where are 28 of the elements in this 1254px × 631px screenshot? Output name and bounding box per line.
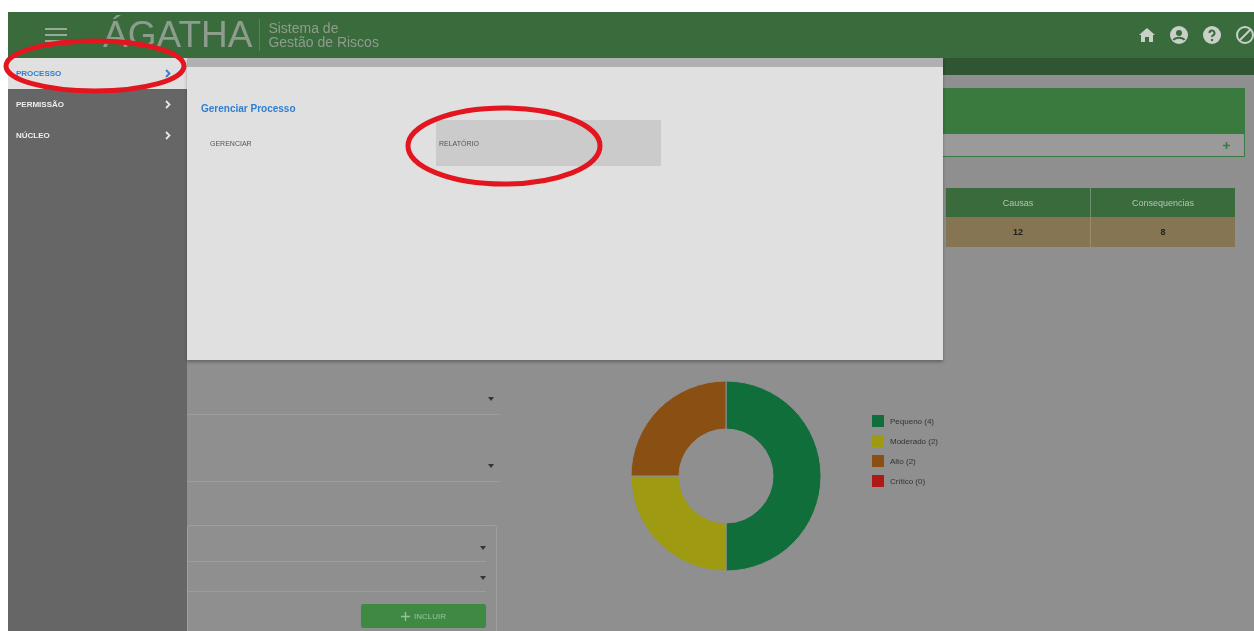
sidebar-item[interactable]: NÚCLEO [8,120,187,151]
legend-label: Pequeno (4) [890,416,935,426]
panel-title: Gerenciar Processo [201,103,296,114]
table-cell: 12 [945,217,1091,247]
home-icon[interactable] [1139,28,1155,42]
chevron-icon [165,100,171,109]
column-header: Consequencias [1090,188,1235,217]
sidebar-item[interactable]: PERMISSÃO [8,89,187,120]
plus-icon[interactable] [1223,141,1230,149]
caret-icon [488,397,494,401]
plus-icon [401,611,410,621]
caret-icon [488,464,494,468]
table-cell: 8 [1090,217,1235,247]
legend-label: Crítico (0) [890,476,926,486]
column-header: Causas [945,188,1091,217]
block-icon[interactable] [1236,26,1254,44]
caret-icon [480,545,486,550]
chevron-icon [165,131,171,140]
expand-row[interactable] [940,133,1245,157]
legend-label: Alto (2) [890,456,916,466]
account-icon[interactable] [1170,26,1188,44]
caret-icon [480,575,486,580]
chevron-icon [165,69,171,78]
menu-icon[interactable] [45,28,67,42]
app-subtitle: Gestão de Riscos [268,35,379,49]
help-icon[interactable] [1203,26,1221,44]
app-subtitle: Sistema de [268,21,340,35]
legend-label: Moderado (2) [890,436,939,446]
